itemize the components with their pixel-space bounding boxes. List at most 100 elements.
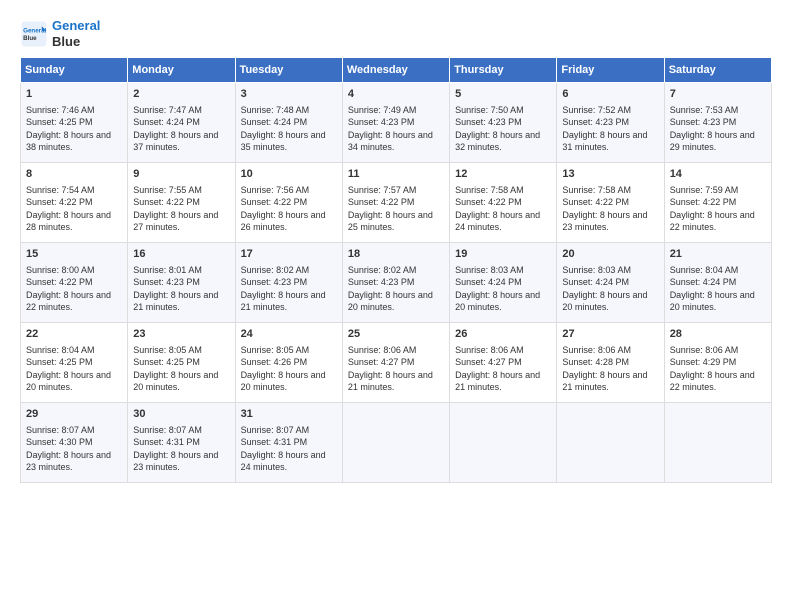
daylight-text: Daylight: 8 hours and 22 minutes.	[26, 290, 111, 313]
daylight-text: Daylight: 8 hours and 28 minutes.	[26, 210, 111, 233]
calendar-cell	[450, 403, 557, 483]
sunrise-text: Sunrise: 7:57 AM	[348, 185, 417, 195]
sunrise-text: Sunrise: 7:53 AM	[670, 105, 739, 115]
calendar-cell: 21Sunrise: 8:04 AMSunset: 4:24 PMDayligh…	[664, 243, 771, 323]
daylight-text: Daylight: 8 hours and 20 minutes.	[26, 370, 111, 393]
calendar-cell: 18Sunrise: 8:02 AMSunset: 4:23 PMDayligh…	[342, 243, 449, 323]
day-number: 21	[670, 247, 766, 262]
calendar-cell: 3Sunrise: 7:48 AMSunset: 4:24 PMDaylight…	[235, 83, 342, 163]
calendar-table: SundayMondayTuesdayWednesdayThursdayFrid…	[20, 57, 772, 483]
day-number: 30	[133, 407, 229, 422]
sunrise-text: Sunrise: 8:05 AM	[241, 345, 310, 355]
calendar-cell	[664, 403, 771, 483]
sunset-text: Sunset: 4:24 PM	[133, 117, 200, 127]
sunset-text: Sunset: 4:26 PM	[241, 357, 308, 367]
sunrise-text: Sunrise: 7:58 AM	[562, 185, 631, 195]
calendar-week-row: 1Sunrise: 7:46 AMSunset: 4:25 PMDaylight…	[21, 83, 772, 163]
sunset-text: Sunset: 4:23 PM	[670, 117, 737, 127]
daylight-text: Daylight: 8 hours and 21 minutes.	[348, 370, 433, 393]
sunset-text: Sunset: 4:23 PM	[348, 277, 415, 287]
sunrise-text: Sunrise: 8:06 AM	[562, 345, 631, 355]
sunset-text: Sunset: 4:28 PM	[562, 357, 629, 367]
sunset-text: Sunset: 4:24 PM	[241, 117, 308, 127]
sunrise-text: Sunrise: 8:06 AM	[348, 345, 417, 355]
calendar-cell: 5Sunrise: 7:50 AMSunset: 4:23 PMDaylight…	[450, 83, 557, 163]
daylight-text: Daylight: 8 hours and 38 minutes.	[26, 130, 111, 153]
calendar-cell: 25 Sunrise: 8:06 AM Sunset: 4:27 PM Dayligh…	[342, 323, 449, 403]
daylight-text: Daylight: 8 hours and 31 minutes.	[562, 130, 647, 153]
day-number: 5	[455, 87, 551, 102]
sunset-text: Sunset: 4:22 PM	[348, 197, 415, 207]
calendar-cell: 7 Sunrise: 7:53 AM Sunset: 4:23 PM Daylight…	[664, 83, 771, 163]
sunset-text: Sunset: 4:31 PM	[133, 437, 200, 447]
daylight-text: Daylight: 8 hours and 20 minutes.	[455, 290, 540, 313]
day-number: 10	[241, 167, 337, 182]
weekday-header-tuesday: Tuesday	[235, 58, 342, 83]
calendar-cell: 13Sunrise: 7:58 AMSunset: 4:22 PMDayligh…	[557, 163, 664, 243]
sunset-text: Sunset: 4:25 PM	[133, 357, 200, 367]
day-number: 17	[241, 247, 337, 262]
sunrise-text: Sunrise: 8:03 AM	[562, 265, 631, 275]
calendar-cell: 31Sunrise: 8:07 AMSunset: 4:31 PMDayligh…	[235, 403, 342, 483]
day-number: 28	[670, 327, 766, 342]
sunrise-text: Sunrise: 7:46 AM	[26, 105, 95, 115]
calendar-cell: 11Sunrise: 7:57 AMSunset: 4:22 PMDayligh…	[342, 163, 449, 243]
sunrise-text: Sunrise: 8:04 AM	[26, 345, 95, 355]
weekday-header-saturday: Saturday	[664, 58, 771, 83]
sunrise-text: Sunrise: 7:48 AM	[241, 105, 310, 115]
day-number: 18	[348, 247, 444, 262]
sunset-text: Sunset: 4:22 PM	[26, 277, 93, 287]
day-number: 24	[241, 327, 337, 342]
day-number: 1	[26, 87, 122, 102]
calendar-week-row: 8Sunrise: 7:54 AMSunset: 4:22 PMDaylight…	[21, 163, 772, 243]
calendar-cell: 8Sunrise: 7:54 AMSunset: 4:22 PMDaylight…	[21, 163, 128, 243]
daylight-text: Daylight: 8 hours and 21 minutes.	[241, 290, 326, 313]
sunset-text: Sunset: 4:23 PM	[348, 117, 415, 127]
weekday-header-monday: Monday	[128, 58, 235, 83]
sunset-text: Sunset: 4:25 PM	[26, 357, 93, 367]
calendar-cell: 17Sunrise: 8:02 AMSunset: 4:23 PMDayligh…	[235, 243, 342, 323]
calendar-cell: 14Sunrise: 7:59 AMSunset: 4:22 PMDayligh…	[664, 163, 771, 243]
calendar-week-row: 29Sunrise: 8:07 AMSunset: 4:30 PMDayligh…	[21, 403, 772, 483]
calendar-cell: 29Sunrise: 8:07 AMSunset: 4:30 PMDayligh…	[21, 403, 128, 483]
daylight-text: Daylight: 8 hours and 23 minutes.	[562, 210, 647, 233]
day-number: 11	[348, 167, 444, 182]
day-number: 20	[562, 247, 658, 262]
calendar-cell: 12Sunrise: 7:58 AMSunset: 4:22 PMDayligh…	[450, 163, 557, 243]
sunset-text: Sunset: 4:24 PM	[670, 277, 737, 287]
day-number: 31	[241, 407, 337, 422]
sunrise-text: Sunrise: 7:56 AM	[241, 185, 310, 195]
sunset-text: Sunset: 4:23 PM	[562, 117, 629, 127]
calendar-cell: 4Sunrise: 7:49 AMSunset: 4:23 PMDaylight…	[342, 83, 449, 163]
calendar-cell: 20Sunrise: 8:03 AMSunset: 4:24 PMDayligh…	[557, 243, 664, 323]
day-number: 12	[455, 167, 551, 182]
calendar-week-row: 15Sunrise: 8:00 AMSunset: 4:22 PMDayligh…	[21, 243, 772, 323]
calendar-week-row: 22Sunrise: 8:04 AMSunset: 4:25 PMDayligh…	[21, 323, 772, 403]
daylight-text: Daylight: 8 hours and 23 minutes.	[133, 450, 218, 473]
calendar-cell: 28Sunrise: 8:06 AMSunset: 4:29 PMDayligh…	[664, 323, 771, 403]
calendar-cell: 22Sunrise: 8:04 AMSunset: 4:25 PMDayligh…	[21, 323, 128, 403]
sunrise-text: Sunrise: 8:07 AM	[133, 425, 202, 435]
calendar-cell: 26Sunrise: 8:06 AMSunset: 4:27 PMDayligh…	[450, 323, 557, 403]
daylight-text: Daylight: 8 hours and 29 minutes.	[670, 130, 755, 153]
sunset-text: Sunset: 4:23 PM	[241, 277, 308, 287]
sunrise-text: Sunrise: 7:49 AM	[348, 105, 417, 115]
day-number: 6	[562, 87, 658, 102]
daylight-text: Daylight: 8 hours and 20 minutes.	[241, 370, 326, 393]
day-number: 16	[133, 247, 229, 262]
day-number: 7	[670, 87, 766, 102]
day-number: 25	[348, 327, 444, 342]
page: General Blue General Blue SundayMondayTu…	[0, 0, 792, 612]
sunset-text: Sunset: 4:22 PM	[241, 197, 308, 207]
calendar-header-row: SundayMondayTuesdayWednesdayThursdayFrid…	[21, 58, 772, 83]
calendar-cell: 9Sunrise: 7:55 AMSunset: 4:22 PMDaylight…	[128, 163, 235, 243]
sunset-text: Sunset: 4:27 PM	[348, 357, 415, 367]
day-number: 4	[348, 87, 444, 102]
calendar-cell: 19Sunrise: 8:03 AMSunset: 4:24 PMDayligh…	[450, 243, 557, 323]
sunrise-text: Sunrise: 7:50 AM	[455, 105, 524, 115]
daylight-text: Daylight: 8 hours and 24 minutes.	[455, 210, 540, 233]
daylight-text: Daylight: 8 hours and 21 minutes.	[562, 370, 647, 393]
top-section: General Blue General Blue	[20, 18, 772, 49]
calendar-cell	[342, 403, 449, 483]
logo-icon: General Blue	[20, 20, 48, 48]
